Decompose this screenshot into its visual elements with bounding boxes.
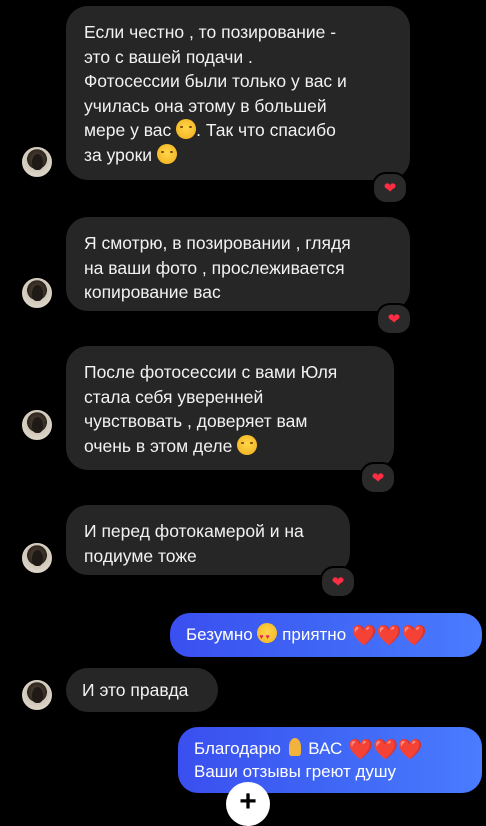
message-text-line: на ваши фото , прослеживается [84, 257, 345, 278]
message-text-line: стала себя уверенней [84, 386, 264, 407]
message-bubble-outgoing[interactable]: Благодарю ВАС ❤️❤️❤️ Ваши отзывы греют д… [178, 727, 482, 793]
message-text-line: Если честно , то позирование - [84, 22, 337, 42]
heart-eyes-emoji-icon [257, 623, 278, 649]
message-bubble-incoming[interactable]: И перед фотокамерой и на подиуме тоже [66, 505, 350, 575]
avatar[interactable] [22, 278, 52, 308]
message-bubble-incoming[interactable]: И это правда [66, 668, 218, 712]
message-text: мере у вас [84, 120, 172, 140]
message-text-line: И перед фотокамерой и на [84, 521, 304, 541]
heart-reaction-icon[interactable]: ❤ [372, 172, 408, 204]
message-text-line: И это правда [82, 680, 189, 700]
avatar[interactable] [22, 410, 52, 440]
message-text: очень в этом деле [84, 435, 233, 456]
message-text-line: мере у вас . Так что спасибо [84, 118, 392, 143]
message-text: ВАС [308, 739, 343, 758]
message-text-line: Благодарю ВАС ❤️❤️❤️ [194, 737, 466, 760]
message-bubble-incoming[interactable]: Если честно , то позирование - это с ваш… [66, 6, 410, 180]
message-text-line: училась она этому в большей [84, 95, 327, 116]
message-text-line: чувствовать , доверяет вам [84, 411, 308, 431]
message-text-line: Я смотрю, в позировании , глядя [84, 233, 351, 253]
red-heart-emoji-icon: ❤️❤️❤️ [351, 625, 427, 647]
message-bubble-incoming[interactable]: Я смотрю, в позировании , глядя на ваши … [66, 217, 410, 311]
folded-hands-emoji-icon [286, 737, 304, 757]
avatar[interactable] [22, 147, 52, 177]
message-bubble-outgoing[interactable]: Безумно приятно ❤️❤️❤️ [170, 613, 482, 657]
message-text-line: Ваши отзывы греют душу [194, 762, 397, 781]
avatar[interactable] [22, 680, 52, 710]
message-text-line: подиуме тоже [84, 545, 197, 566]
message-text-line: После фотосессии с вами Юля [84, 362, 338, 382]
heart-reaction-icon[interactable]: ❤ [360, 462, 396, 494]
message-text: . Так что спасибо [196, 120, 336, 140]
message-text: Безумно [186, 625, 253, 644]
heart-reaction-icon[interactable]: ❤ [376, 303, 412, 335]
hugging-face-emoji-icon [176, 119, 197, 139]
message-text-line: очень в этом деле [84, 434, 376, 459]
hugging-face-emoji-icon [156, 143, 177, 164]
message-text-line: Фотосессии были только у вас и [84, 71, 347, 91]
red-heart-emoji-icon: ❤️❤️❤️ [348, 739, 423, 761]
message-text-line: Безумно приятно ❤️❤️❤️ [186, 623, 466, 649]
message-text-line: это с вашей подачи . [84, 46, 253, 67]
message-text: Благодарю [194, 739, 281, 758]
message-text: за уроки [84, 144, 153, 165]
avatar[interactable] [22, 543, 52, 573]
hugging-face-emoji-icon [237, 434, 258, 455]
message-bubble-incoming[interactable]: После фотосессии с вами Юля стала себя у… [66, 346, 394, 470]
message-text: приятно [282, 625, 347, 644]
heart-reaction-icon[interactable]: ❤ [320, 566, 356, 598]
message-text-line: за уроки [84, 143, 392, 168]
message-text-line: копирование вас [84, 282, 221, 302]
add-button[interactable]: + [226, 782, 270, 826]
